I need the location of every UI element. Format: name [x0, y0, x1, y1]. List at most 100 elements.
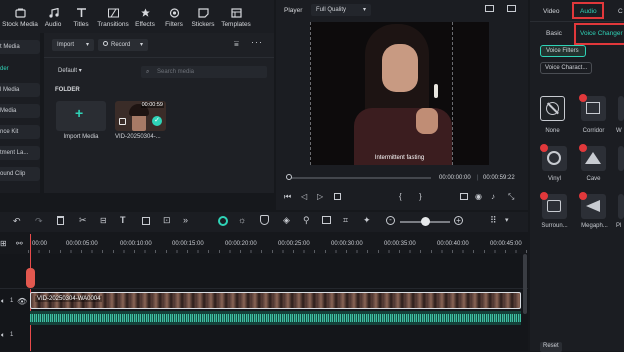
- search-input[interactable]: ⌕ Search media: [141, 66, 267, 78]
- auto-ripple-icon[interactable]: [218, 216, 228, 226]
- sidebar-item-global-media[interactable]: l Media: [0, 83, 40, 97]
- shield-icon[interactable]: [260, 215, 269, 225]
- expand-icon[interactable]: ⤡: [508, 192, 514, 202]
- voice-item-partial-w[interactable]: [618, 96, 624, 121]
- tool-effects[interactable]: Effects: [130, 0, 160, 33]
- cut-icon[interactable]: ✂: [79, 215, 87, 226]
- voice-item-vinyl[interactable]: [540, 144, 567, 171]
- tab-audio[interactable]: Audio: [572, 2, 604, 19]
- effects-timeline-icon[interactable]: ✦: [363, 215, 371, 226]
- download-badge-icon: [579, 144, 587, 152]
- tool-stickers[interactable]: Stickers: [188, 0, 218, 33]
- tool-audio[interactable]: Audio: [40, 0, 66, 33]
- zoom-out-icon[interactable]: -: [386, 216, 395, 225]
- more-tools-icon[interactable]: »: [183, 215, 188, 225]
- video-clip[interactable]: VID-20250304-WA0004: [30, 292, 521, 309]
- stickers-icon: [197, 8, 209, 18]
- subtab-voice-changer[interactable]: Voice Changer: [574, 23, 624, 45]
- ruler-label: 00:00:30:00: [331, 241, 363, 247]
- player-title: Player: [284, 7, 303, 14]
- audio-icon: [48, 8, 59, 18]
- frame-back-icon[interactable]: ◁: [301, 192, 307, 201]
- playback-progress[interactable]: [289, 177, 431, 179]
- sidebar-item-label: nce Kit: [0, 129, 19, 135]
- track-audio-icon[interactable]: 🔈︎: [1, 332, 5, 340]
- add-track-icon[interactable]: ⊞: [0, 239, 7, 248]
- voice-item-partial[interactable]: [618, 194, 624, 219]
- layers-icon[interactable]: [322, 216, 331, 224]
- record-dropdown[interactable]: Record ▾: [98, 39, 148, 51]
- record-icon: [103, 41, 108, 46]
- delete-icon[interactable]: [57, 216, 64, 225]
- image-icon[interactable]: [507, 5, 516, 12]
- sidebar-item-project-media[interactable]: t Media: [0, 40, 40, 54]
- chevron-down-icon[interactable]: ▾: [505, 216, 509, 224]
- stop-icon[interactable]: [334, 193, 341, 200]
- sidebar-item-compound-clip[interactable]: ound Clip: [0, 167, 40, 181]
- media-clip-thumbnail[interactable]: 00:00:59 ✓: [115, 101, 166, 131]
- voice-item-cave[interactable]: [579, 144, 606, 171]
- sidebar-item-cloud-media[interactable]: Media: [0, 104, 40, 118]
- sun-icon[interactable]: ☼: [238, 215, 246, 225]
- chevron-down-icon: ▾: [78, 68, 82, 74]
- marker-icon[interactable]: ◈: [283, 215, 290, 226]
- tool-label: Stickers: [191, 21, 215, 28]
- tool-transitions[interactable]: Transitions: [96, 0, 130, 33]
- timeline-ruler[interactable]: 00:00 00:00:05:00 00:00:10:00 00:00:15:0…: [28, 234, 528, 254]
- camera-icon[interactable]: ◉: [475, 192, 482, 201]
- split-audio-icon[interactable]: ⊟: [100, 216, 107, 225]
- quality-dropdown[interactable]: Full Quality ▾: [311, 4, 371, 16]
- tool-filters[interactable]: Filters: [160, 0, 188, 33]
- zoom-slider-handle[interactable]: [421, 217, 430, 226]
- mic-icon[interactable]: ⚲: [303, 215, 310, 226]
- voice-item-none[interactable]: [540, 96, 565, 121]
- audio-level-icon[interactable]: ♪: [491, 192, 495, 201]
- media-clip-name: VID-20250304-...: [115, 134, 161, 140]
- mark-out-icon[interactable]: }: [419, 192, 422, 201]
- voice-item-partial[interactable]: [618, 146, 624, 171]
- track-visibility-icon[interactable]: 👁︎: [17, 297, 27, 306]
- sidebar-item-influence-kit[interactable]: nce Kit: [0, 125, 40, 139]
- tab-video[interactable]: Video: [543, 8, 560, 15]
- track-audio-icon[interactable]: 🔈︎: [1, 298, 5, 306]
- voice-filters-button[interactable]: Voice Filters: [540, 45, 586, 57]
- snap-icon[interactable]: ⌗: [343, 215, 348, 226]
- fullscreen-display-icon[interactable]: [460, 193, 468, 200]
- zoom-in-icon[interactable]: +: [454, 216, 463, 225]
- playhead-marker[interactable]: [26, 268, 35, 288]
- tool-label: Audio: [44, 21, 62, 28]
- crop-icon[interactable]: [142, 217, 150, 225]
- subtab-basic[interactable]: Basic: [546, 30, 562, 37]
- step-back-icon[interactable]: ⏮: [284, 192, 291, 202]
- import-dropdown[interactable]: Import ▾: [52, 39, 94, 51]
- audio-waveform[interactable]: [30, 311, 521, 325]
- playhead-handle[interactable]: [286, 174, 292, 180]
- snapshot-icon[interactable]: [485, 5, 494, 12]
- video-clip-name: VID-20250304-WA0004: [35, 296, 103, 302]
- mark-in-icon[interactable]: {: [399, 192, 402, 201]
- undo-icon[interactable]: ↶: [13, 216, 21, 227]
- voice-character-button[interactable]: Voice Charact...: [540, 62, 592, 74]
- import-media-tile[interactable]: +: [56, 101, 106, 131]
- grid-view-icon[interactable]: ⠿: [490, 215, 497, 226]
- more-options-icon[interactable]: ···: [251, 37, 263, 47]
- link-icon[interactable]: ⚯: [16, 239, 23, 248]
- timeline-scrollbar[interactable]: [523, 254, 527, 314]
- tool-titles[interactable]: Titles: [66, 0, 96, 33]
- voice-item-megaphone[interactable]: [579, 192, 606, 219]
- redo-icon[interactable]: ↷: [35, 216, 43, 227]
- sidebar-item-folder[interactable]: der: [0, 62, 40, 76]
- freeze-icon[interactable]: ⊡: [163, 215, 171, 226]
- tool-templates[interactable]: Templates: [218, 0, 254, 33]
- download-badge-icon: [579, 192, 587, 200]
- sort-dropdown[interactable]: Default ▾: [54, 65, 87, 77]
- text-icon[interactable]: T: [120, 215, 126, 225]
- tab-color[interactable]: C: [618, 8, 623, 15]
- voice-item-surround[interactable]: [540, 192, 567, 219]
- chevron-down-icon: ▾: [85, 42, 89, 48]
- filter-icon[interactable]: ⩸: [234, 39, 239, 49]
- tool-stock-media[interactable]: Stock Media: [0, 0, 40, 33]
- sidebar-item-adjustment-layer[interactable]: tment La...: [0, 146, 40, 160]
- play-icon[interactable]: ▷: [317, 192, 323, 201]
- voice-item-corridor[interactable]: [579, 94, 606, 121]
